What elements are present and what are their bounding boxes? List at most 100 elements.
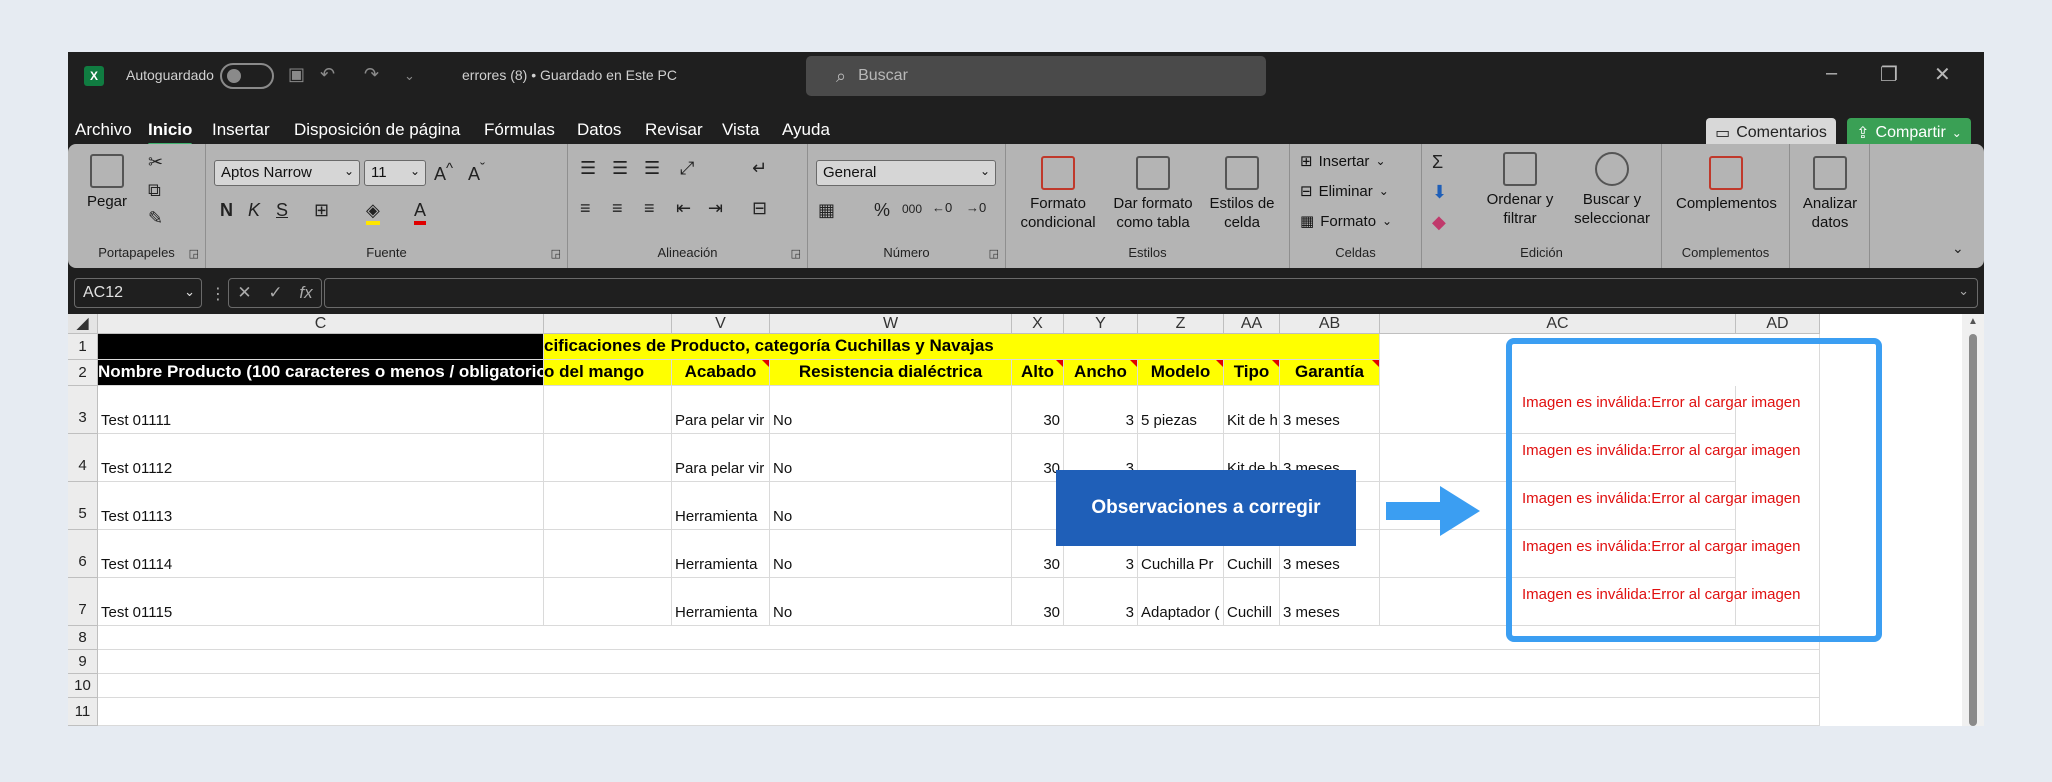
font-size-select[interactable]: 11 ⌄ — [364, 160, 426, 186]
cancel-icon[interactable]: ✕ — [237, 283, 251, 303]
row-header[interactable]: 1 — [68, 334, 98, 360]
fx-icon[interactable]: fx — [299, 283, 312, 303]
scroll-up-icon[interactable]: ▲ — [1968, 316, 1978, 327]
cell-u[interactable] — [544, 386, 672, 434]
column-header[interactable]: V — [672, 314, 770, 334]
redo-icon[interactable]: ↷ — [364, 64, 379, 85]
conditional-format-button[interactable]: Formato condicional — [1014, 156, 1102, 232]
cell-x[interactable]: 30 — [1012, 578, 1064, 626]
cell-w[interactable]: No — [770, 386, 1012, 434]
cell-z[interactable]: Adaptador ( — [1138, 578, 1224, 626]
cell-c[interactable]: Test 01112 — [98, 434, 544, 482]
cell-w[interactable]: No — [770, 530, 1012, 578]
add-ins-button[interactable]: Complementos — [1676, 156, 1777, 213]
dialog-launcher-icon[interactable]: ◲ — [791, 247, 801, 260]
underline-icon[interactable]: S — [276, 200, 288, 221]
autosave-toggle[interactable] — [220, 63, 274, 89]
tab-ayuda[interactable]: Ayuda — [782, 120, 830, 140]
accounting-format-icon[interactable]: ▦ — [818, 200, 835, 221]
number-format-select[interactable]: General ⌄ — [816, 160, 996, 186]
cell-y[interactable]: 3 — [1064, 578, 1138, 626]
wrap-text-icon[interactable]: ↵ — [752, 158, 767, 179]
merge-center-icon[interactable]: ⊟ — [752, 198, 767, 219]
cell-u[interactable] — [544, 434, 672, 482]
minimize-icon[interactable]: – — [1826, 62, 1837, 85]
grow-font-icon[interactable]: A^ — [434, 160, 453, 185]
dialog-launcher-icon[interactable]: ◲ — [551, 247, 561, 260]
tab-vista[interactable]: Vista — [722, 120, 760, 140]
tab-archivo[interactable]: Archivo — [75, 120, 132, 140]
cell-aa[interactable]: Kit de h — [1224, 386, 1280, 434]
tab-disposicion[interactable]: Disposición de página — [294, 120, 460, 140]
italic-icon[interactable]: K — [248, 200, 260, 221]
cell-z2[interactable]: Modelo — [1138, 360, 1224, 386]
cell-v[interactable]: Herramienta — [672, 530, 770, 578]
cell-c[interactable]: Test 01114 — [98, 530, 544, 578]
row-header[interactable]: 3 — [68, 386, 98, 434]
cell-y2[interactable]: Ancho — [1064, 360, 1138, 386]
cell-w[interactable]: No — [770, 578, 1012, 626]
column-header[interactable]: AC — [1380, 314, 1736, 334]
expand-formula-icon[interactable]: ⌄ — [1958, 283, 1969, 299]
column-header[interactable]: Z — [1138, 314, 1224, 334]
tab-insertar[interactable]: Insertar — [212, 120, 270, 140]
save-icon[interactable]: ▣ — [288, 64, 305, 85]
cell-c2[interactable]: Nombre Producto (100 caracteres o menos … — [98, 360, 544, 386]
tab-inicio[interactable]: Inicio — [148, 120, 193, 146]
cell-u[interactable] — [544, 482, 672, 530]
cell-y[interactable]: 3 — [1064, 386, 1138, 434]
align-bottom-icon[interactable]: ☰ — [644, 158, 660, 179]
cell-styles-button[interactable]: Estilos de celda — [1204, 156, 1280, 232]
cell-w[interactable]: No — [770, 434, 1012, 482]
fill-icon[interactable]: ⬇ — [1432, 182, 1447, 203]
decrease-indent-icon[interactable]: ⇤ — [676, 198, 691, 219]
empty-row[interactable] — [98, 674, 1820, 698]
customize-qat-icon[interactable]: ⌄ — [404, 68, 415, 84]
align-right-icon[interactable]: ≡ — [644, 198, 655, 219]
check-icon[interactable]: ✓ — [268, 283, 282, 303]
paste-button[interactable]: Pegar — [86, 154, 128, 211]
cell-c1[interactable] — [98, 334, 544, 360]
restore-icon[interactable]: ❐ — [1880, 62, 1898, 87]
row-header[interactable]: 8 — [68, 626, 98, 650]
clear-icon[interactable]: ◆ — [1432, 212, 1446, 233]
cell-w[interactable]: No — [770, 482, 1012, 530]
row-header[interactable]: 5 — [68, 482, 98, 530]
align-left-icon[interactable]: ≡ — [580, 198, 591, 219]
cell-c[interactable]: Test 01111 — [98, 386, 544, 434]
cell-ab[interactable]: 3 meses — [1280, 386, 1380, 434]
cell-v[interactable]: Para pelar vir — [672, 434, 770, 482]
bold-icon[interactable]: N — [220, 200, 233, 221]
cell-u[interactable] — [544, 530, 672, 578]
row-header[interactable]: 6 — [68, 530, 98, 578]
column-header[interactable]: X — [1012, 314, 1064, 334]
close-icon[interactable]: ✕ — [1934, 62, 1951, 87]
undo-icon[interactable]: ↶ — [320, 64, 335, 85]
percent-icon[interactable]: % — [874, 200, 890, 221]
font-color-icon[interactable]: A — [414, 200, 427, 225]
row-header[interactable]: 10 — [68, 674, 98, 698]
cell-x2[interactable]: Alto — [1012, 360, 1064, 386]
row-header[interactable]: 9 — [68, 650, 98, 674]
tab-formulas[interactable]: Fórmulas — [484, 120, 555, 140]
cell-aa2[interactable]: Tipo — [1224, 360, 1280, 386]
ribbon-collapse-icon[interactable]: ⌄ — [1952, 240, 1964, 257]
name-box[interactable]: AC12 ⌄ — [74, 278, 202, 308]
column-header[interactable]: AA — [1224, 314, 1280, 334]
shrink-font-icon[interactable]: Aˇ — [468, 160, 485, 185]
increase-decimal-icon[interactable]: ←0 — [932, 200, 952, 215]
font-name-select[interactable]: Aptos Narrow ⌄ — [214, 160, 360, 186]
cell-c[interactable]: Test 01115 — [98, 578, 544, 626]
search-box[interactable]: ⌕ Buscar — [806, 56, 1266, 96]
cell-ab[interactable]: 3 meses — [1280, 578, 1380, 626]
orientation-icon[interactable]: ⤢ — [680, 158, 694, 179]
cell-u2[interactable]: o del mango — [544, 360, 672, 386]
tab-revisar[interactable]: Revisar — [645, 120, 703, 140]
cell-v2[interactable]: Acabado — [672, 360, 770, 386]
cell-c[interactable]: Test 01113 — [98, 482, 544, 530]
increase-indent-icon[interactable]: ⇥ — [708, 198, 723, 219]
column-header[interactable]: C — [98, 314, 544, 334]
dialog-launcher-icon[interactable]: ◲ — [189, 247, 199, 260]
more-options-icon[interactable]: ⋮ — [210, 284, 226, 304]
document-title[interactable]: errores (8) • Guardado en Este PC — [462, 67, 677, 83]
